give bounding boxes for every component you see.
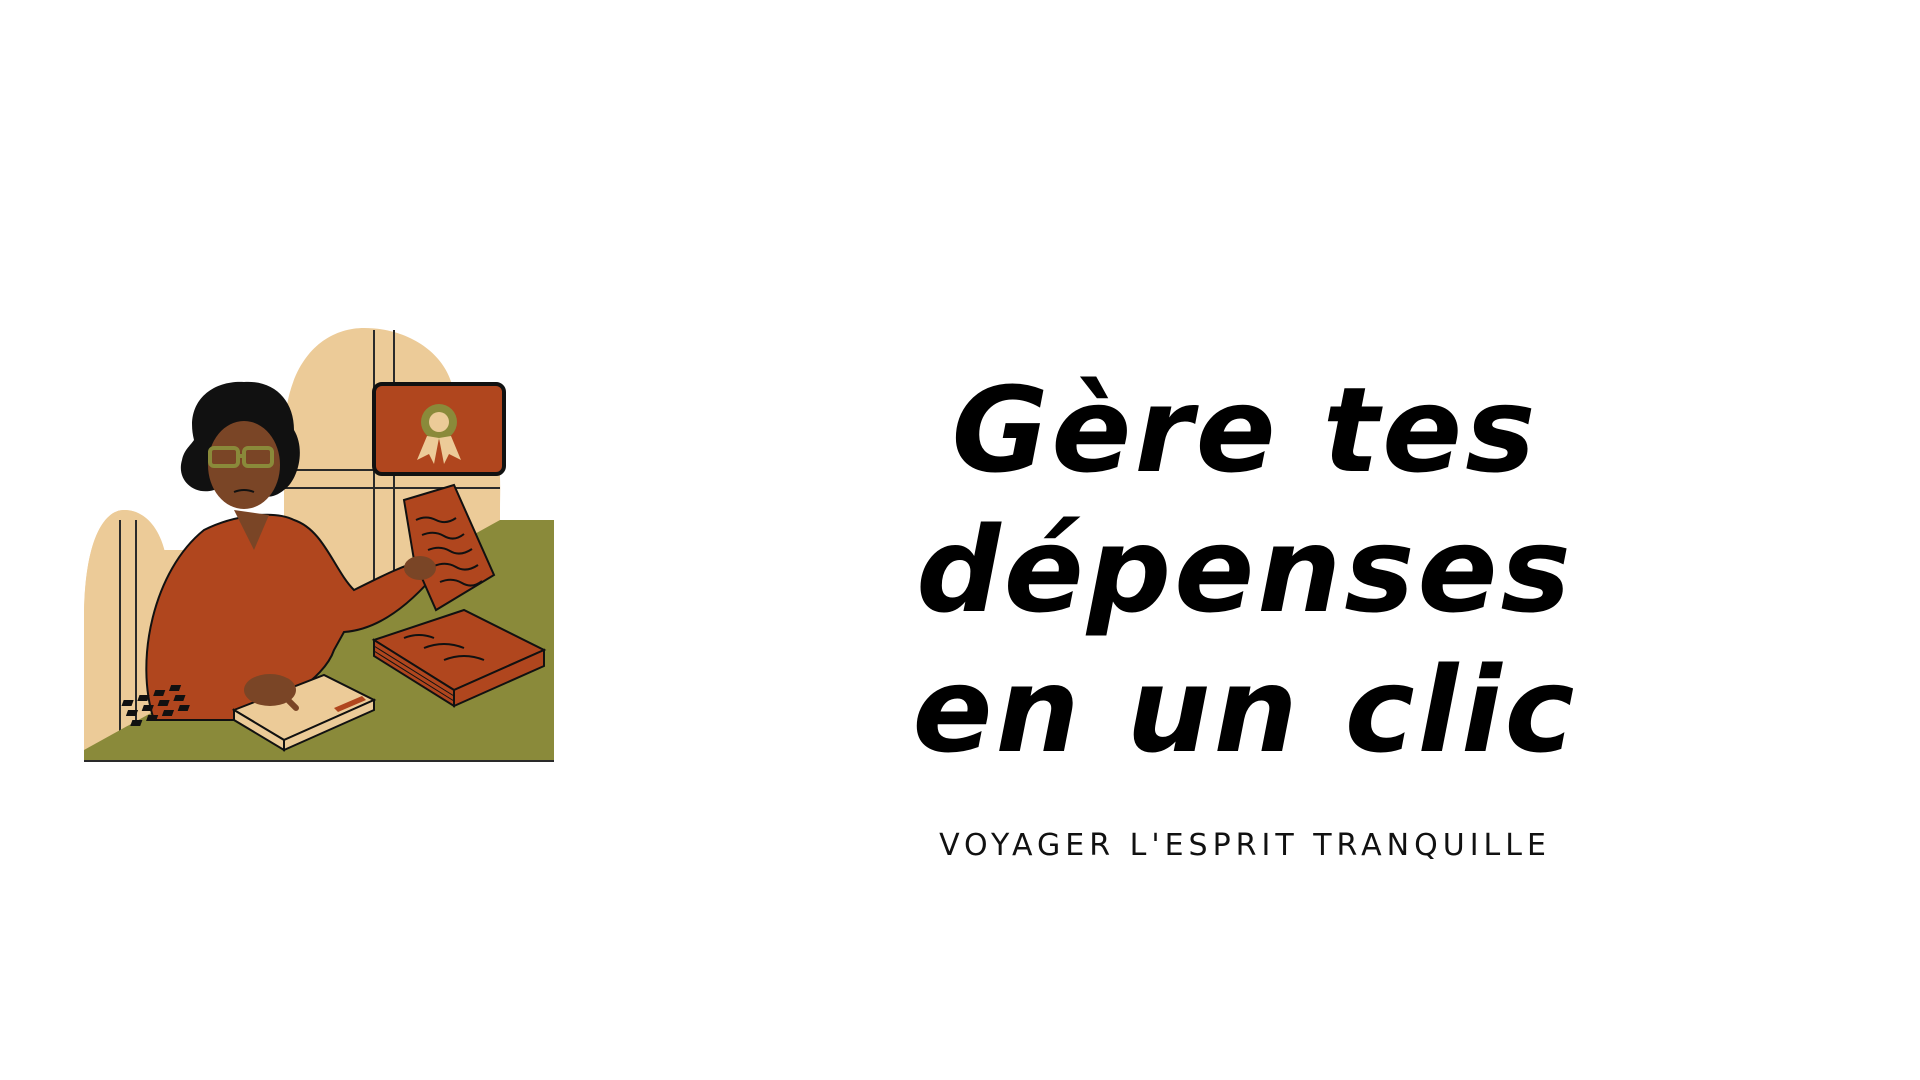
accounting-illustration <box>84 320 554 770</box>
woman-with-calculator <box>84 328 554 762</box>
tagline: VOYAGER L'ESPRIT TRANQUILLE <box>939 828 1551 863</box>
hero-text: Gère tes dépenses en un clic VOYAGER L'E… <box>620 360 1870 863</box>
headline-line-1: Gère tes dépenses <box>916 361 1574 639</box>
headline-line-2: en un clic <box>912 641 1578 779</box>
certificate-frame-icon <box>372 382 506 476</box>
banner: Gère tes dépenses en un clic VOYAGER L'E… <box>0 0 1920 1080</box>
headline: Gère tes dépenses en un clic <box>620 360 1870 780</box>
